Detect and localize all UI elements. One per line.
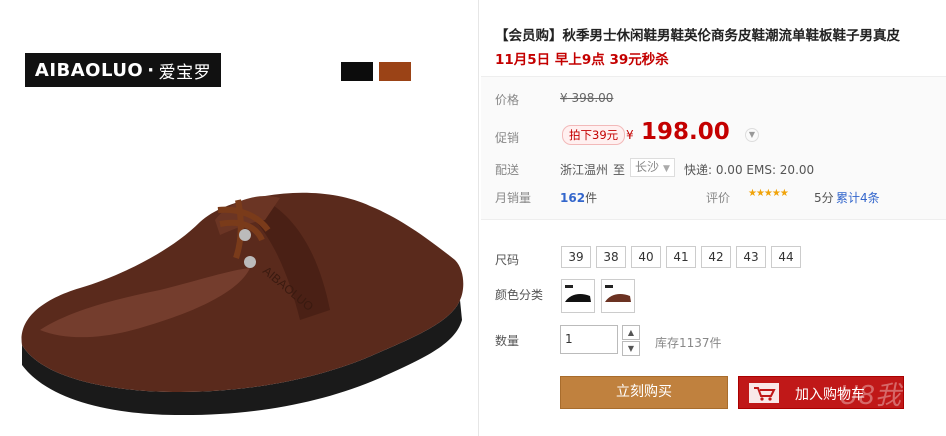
color-label: 颜色分类 <box>495 288 544 302</box>
quantity-input[interactable]: 1 <box>560 325 618 354</box>
shipping-label: 配送 <box>495 163 520 177</box>
size-option[interactable]: 41 <box>666 246 696 268</box>
size-option[interactable]: 38 <box>596 246 626 268</box>
discount-tag: 拍下39元 <box>562 125 626 145</box>
cart-icon <box>749 383 779 403</box>
monthly-sales: 162件 <box>560 189 597 206</box>
stock-text: 库存1137件 <box>655 336 722 350</box>
product-title: 【会员购】秋季男士休闲鞋男鞋英伦商务皮鞋潮流单鞋板鞋子男真皮 <box>495 28 900 44</box>
brand-logo-text: AIBAOLUO <box>34 59 144 81</box>
add-to-cart-button[interactable]: 加入购物车 U8我 <box>738 376 904 409</box>
promo-text: 11月5日 早上9点 39元秒杀 <box>495 52 669 68</box>
promo-label: 促销 <box>495 131 520 145</box>
size-option[interactable]: 44 <box>771 246 801 268</box>
size-option[interactable]: 42 <box>701 246 731 268</box>
original-price: ¥ 398.00 <box>560 91 614 105</box>
sales-count: 162 <box>560 191 586 205</box>
quantity-label: 数量 <box>495 334 520 348</box>
currency-symbol: ¥ <box>626 128 634 142</box>
shipping-to: 至 <box>613 163 626 177</box>
shoe-image: AIBAOLUO <box>21 192 464 416</box>
size-label: 尺码 <box>495 253 520 267</box>
sale-price: 198.00 <box>641 119 730 145</box>
shipping-origin: 浙江温州 <box>560 163 609 177</box>
size-option[interactable]: 40 <box>631 246 661 268</box>
quantity-increase-button[interactable]: ▲ <box>622 325 640 340</box>
buy-now-button[interactable]: 立刻购买 <box>560 376 728 409</box>
watermark-text: U8我 <box>839 381 901 409</box>
color-option-black[interactable] <box>561 279 595 313</box>
color-option-brown[interactable] <box>601 279 635 313</box>
review-count-link[interactable]: 累计4条 <box>836 189 880 206</box>
rating-label: 评价 <box>706 191 731 205</box>
color-swatch-black[interactable] <box>341 62 373 81</box>
quantity-decrease-button[interactable]: ▼ <box>622 341 640 356</box>
dropdown-arrow-icon: ▼ <box>663 164 670 174</box>
monthly-sales-label: 月销量 <box>495 191 532 205</box>
color-swatch-brown[interactable] <box>379 62 411 81</box>
size-option[interactable]: 39 <box>561 246 591 268</box>
black-shoe-thumb-icon <box>565 285 591 302</box>
rating-stars: ★★★★★ <box>748 188 789 199</box>
chevron-down-icon[interactable]: ▼ <box>745 128 759 142</box>
rating-score: 5分 <box>814 191 834 205</box>
panel-divider <box>478 0 479 436</box>
destination-value: 长沙 <box>635 160 660 174</box>
sales-unit: 件 <box>585 191 598 205</box>
size-option[interactable]: 43 <box>736 246 766 268</box>
price-label: 价格 <box>495 93 520 107</box>
brand-logo-cn: 爱宝罗 <box>158 62 212 83</box>
shipping-fees: 快递: 0.00 EMS: 20.00 <box>684 163 815 177</box>
destination-select[interactable]: 长沙 ▼ <box>630 158 675 177</box>
brown-shoe-thumb-icon <box>605 285 631 302</box>
product-image-panel: AIBAOLUO · 爱宝罗 AIBAOLUO <box>0 0 478 436</box>
brand-logo: AIBAOLUO · 爱宝罗 <box>25 53 221 87</box>
